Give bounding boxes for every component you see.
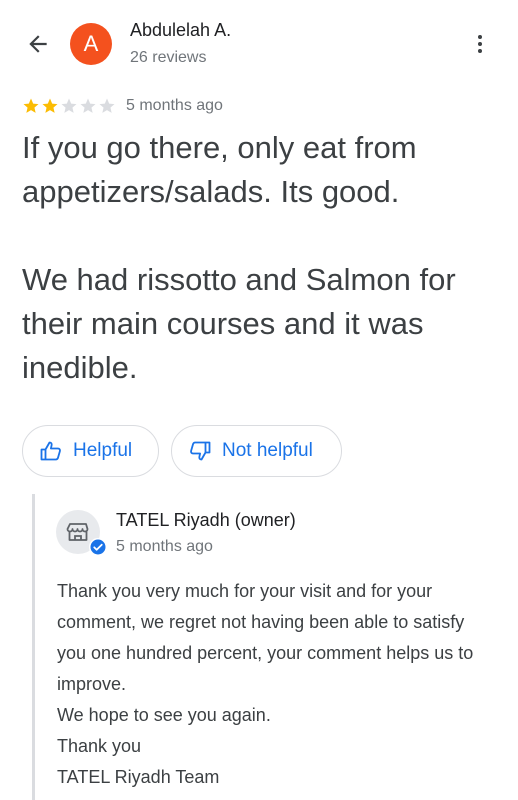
- author-name[interactable]: Abdulelah A.: [130, 20, 231, 41]
- author-avatar-letter: A: [83, 31, 99, 56]
- rating-row: 5 months ago: [22, 95, 223, 117]
- review-actions: Helpful Not helpful: [22, 425, 342, 477]
- star-empty-icon: [80, 98, 96, 113]
- more-options-button[interactable]: [466, 28, 494, 60]
- owner-reply-date: 5 months ago: [116, 538, 213, 555]
- owner-reply: TATEL Riyadh (owner) 5 months ago Thank …: [32, 494, 518, 800]
- owner-name: TATEL Riyadh (owner): [116, 510, 296, 530]
- arrow-left-icon: [29, 35, 47, 53]
- star-filled-icon: [42, 98, 58, 113]
- owner-reply-text: Thank you very much for your visit and f…: [57, 581, 474, 787]
- thumb-up-icon: [40, 441, 61, 461]
- back-button[interactable]: [20, 26, 56, 62]
- review-date: 5 months ago: [126, 97, 223, 114]
- review-header: A Abdulelah A. 26 reviews: [0, 0, 518, 90]
- star-empty-icon: [61, 98, 77, 113]
- star-empty-icon: [99, 98, 115, 113]
- thumb-down-icon: [190, 441, 211, 461]
- not-helpful-label: Not helpful: [222, 440, 313, 461]
- helpful-label: Helpful: [73, 440, 133, 461]
- review-text: If you go there, only eat from appetizer…: [22, 130, 456, 385]
- verified-badge-icon: [89, 538, 107, 556]
- more-vert-icon: [478, 35, 482, 53]
- helpful-button[interactable]: Helpful: [22, 425, 159, 477]
- not-helpful-button[interactable]: Not helpful: [171, 425, 342, 477]
- author-avatar[interactable]: A: [70, 23, 112, 65]
- author-review-count: 26 reviews: [130, 49, 207, 66]
- reply-divider: [32, 494, 35, 800]
- storefront-icon: [66, 523, 89, 541]
- star-filled-icon: [23, 98, 39, 113]
- star-rating: [22, 97, 116, 115]
